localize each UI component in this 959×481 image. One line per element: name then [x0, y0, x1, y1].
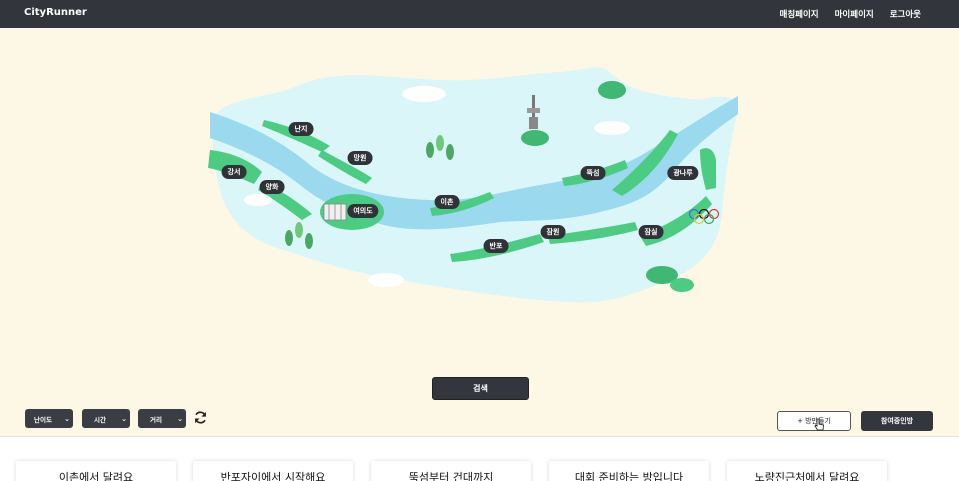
filter-time-label: 시간 [94, 415, 106, 424]
room-card-title: 대회 준비하는 방입니다 [574, 471, 684, 481]
filter-difficulty-label: 난이도 [34, 415, 52, 424]
nav-link-matching[interactable]: 매칭페이지 [780, 8, 819, 20]
filter-distance-select[interactable]: 거리 ⌄ [138, 409, 186, 428]
chevron-down-icon: ⌄ [64, 414, 70, 423]
refresh-icon[interactable] [193, 410, 208, 425]
nav-link-logout[interactable]: 로그아웃 [890, 8, 921, 20]
map-illustration [208, 67, 738, 303]
map-label-jamwon[interactable]: 잠원 [540, 225, 566, 239]
building-illustration [323, 203, 347, 221]
map-label-ichon[interactable]: 이촌 [434, 195, 460, 209]
room-list: 이촌에서 달려요 반포자이에서 시작해요 뚝섬부터 건대까지 대회 준비하는 방… [0, 436, 959, 481]
map-label-ttukseom[interactable]: 뚝섬 [580, 166, 606, 180]
nav-links: 매칭페이지 마이페이지 로그아웃 [780, 8, 922, 20]
search-button[interactable]: 검색 [432, 377, 529, 400]
room-card-title: 뚝섬부터 건대까지 [408, 471, 494, 481]
room-card[interactable]: 반포자이에서 시작해요 [193, 461, 353, 481]
nav-link-mypage[interactable]: 마이페이지 [835, 8, 874, 20]
joined-rooms-button[interactable]: 참여중인방 [861, 411, 933, 431]
map-label-jamsil[interactable]: 잠실 [638, 225, 664, 239]
room-card[interactable]: 뚝섬부터 건대까지 [371, 461, 531, 481]
room-card-title: 반포자이에서 시작해요 [220, 471, 326, 481]
map-label-mangwon[interactable]: 망원 [347, 151, 373, 165]
room-card-title: 이촌에서 달려요 [58, 471, 134, 481]
map-label-banpo[interactable]: 반포 [483, 239, 509, 253]
filter-distance-label: 거리 [150, 415, 162, 424]
chevron-down-icon: ⌄ [177, 414, 183, 423]
room-card[interactable]: 이촌에서 달려요 [16, 461, 176, 481]
chevron-down-icon: ⌄ [121, 414, 127, 423]
map-label-gangseo[interactable]: 강서 [221, 165, 247, 179]
map-label-gwangnaru[interactable]: 광나루 [667, 166, 699, 180]
top-navbar: CityRunner 매칭페이지 마이페이지 로그아웃 [0, 0, 959, 28]
map-label-yanghwa[interactable]: 양화 [259, 180, 285, 194]
seoul-river-map: 난지 망원 강서 양화 여의도 이촌 반포 잠원 뚝섬 잠실 광나루 [0, 28, 959, 368]
room-card[interactable]: 노량진근처에서 달려요 [727, 461, 887, 481]
filter-time-select[interactable]: 시간 ⌄ [82, 409, 130, 428]
filter-difficulty-select[interactable]: 난이도 ⌄ [25, 409, 73, 428]
pointer-cursor-icon [814, 418, 824, 431]
room-card-title: 노량진근처에서 달려요 [754, 471, 860, 481]
map-label-yeouido[interactable]: 여의도 [347, 204, 379, 218]
room-card[interactable]: 대회 준비하는 방입니다 [549, 461, 709, 481]
brand-logo[interactable]: CityRunner [24, 7, 87, 18]
map-label-nanji[interactable]: 난지 [288, 122, 314, 136]
